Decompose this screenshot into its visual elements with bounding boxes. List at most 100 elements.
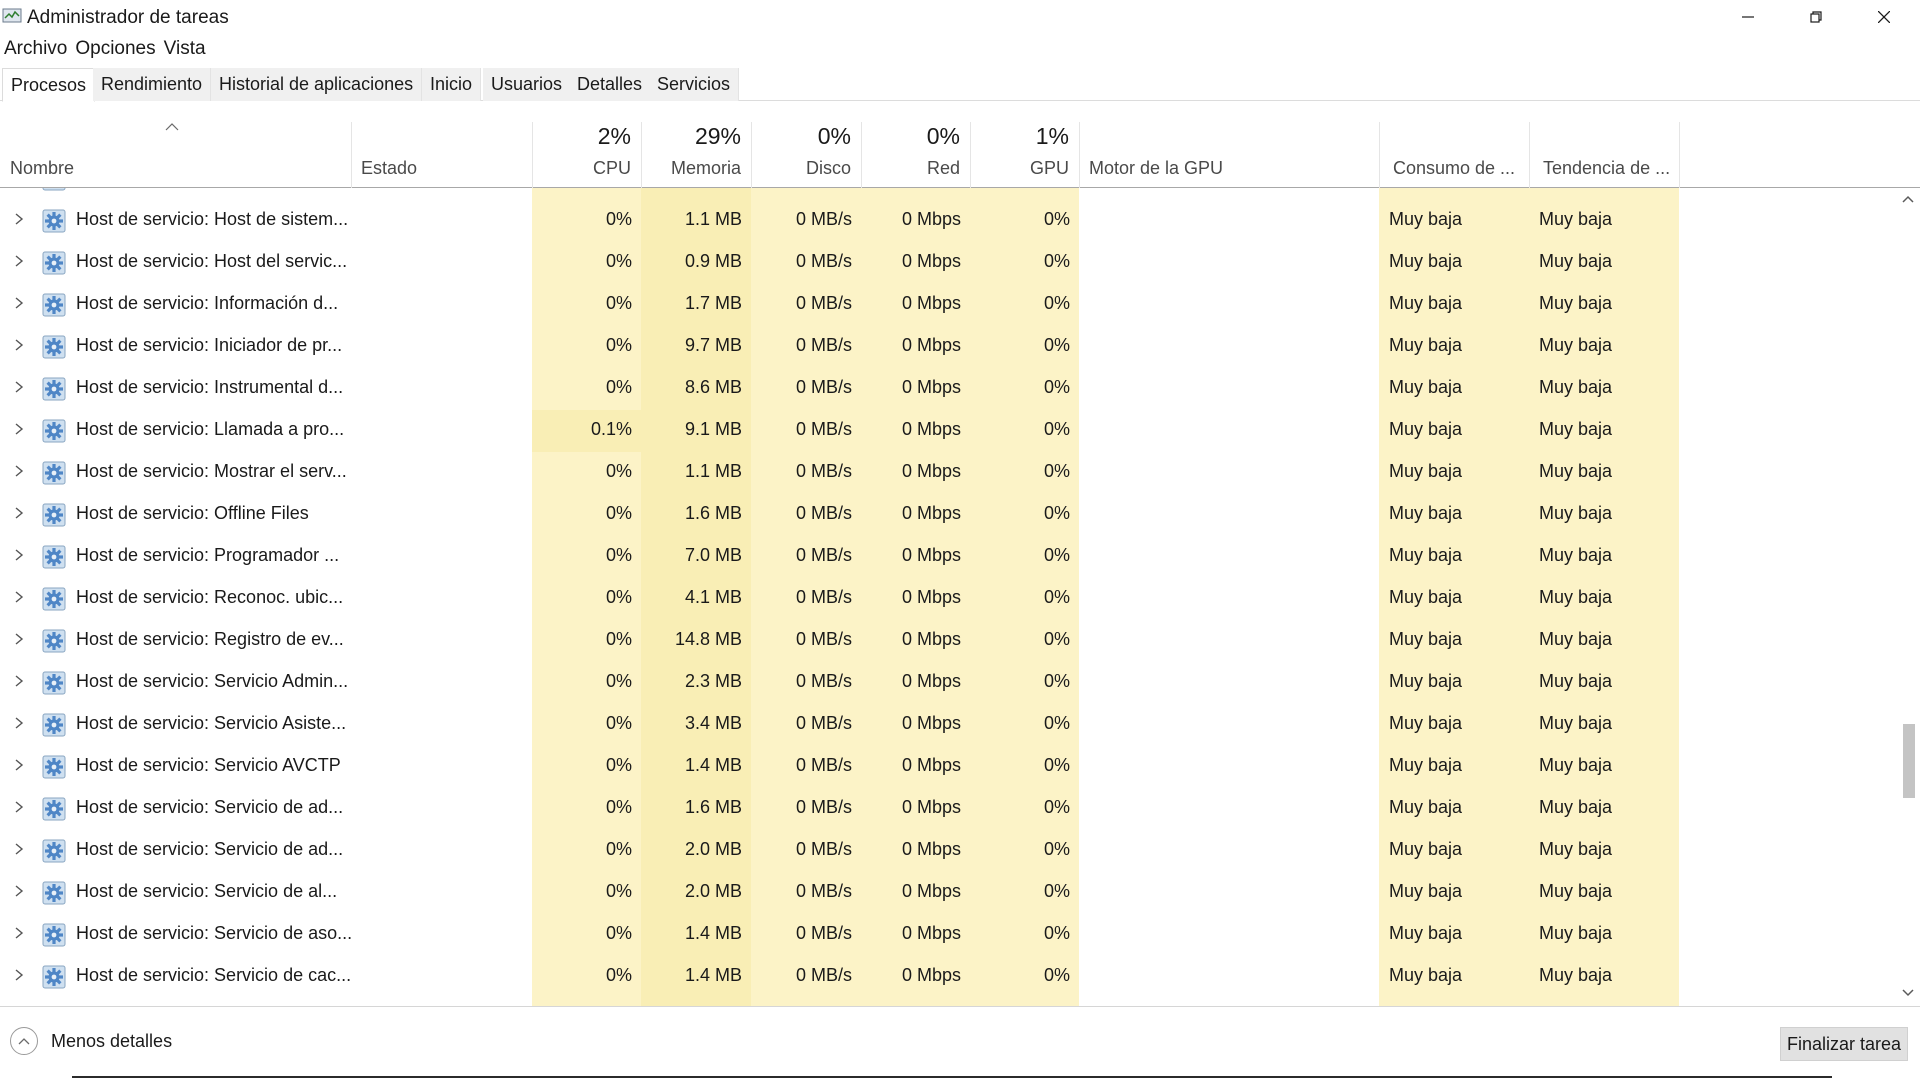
column-consumo[interactable]: Consumo de ... [1393,158,1515,179]
column-gpu[interactable]: GPU [970,158,1069,179]
table-row[interactable]: Host de servicio: Servicio de ad... 0% 2.0… [0,830,1896,872]
cpu-value: 0% [605,671,632,691]
power-usage-value: Muy baja [1389,629,1463,649]
chevron-right-icon[interactable] [12,548,26,562]
chevron-right-icon[interactable] [12,212,26,226]
column-separator[interactable] [351,122,352,188]
chevron-right-icon[interactable] [12,968,26,982]
column-nombre[interactable]: Nombre [10,158,74,179]
table-row[interactable]: Host de servicio: Programador ... 0% 7.0 M… [0,536,1896,578]
chevron-right-icon[interactable] [12,590,26,604]
tab-historial[interactable]: Historial de aplicaciones [211,68,423,101]
gpu-value: 0% [1043,503,1070,523]
table-row[interactable]: Host de servicio: Servicio de cac... 0% 1.… [0,956,1896,998]
chevron-right-icon[interactable] [12,422,26,436]
menu-vista[interactable]: Vista [160,36,210,62]
chevron-right-icon[interactable] [12,632,26,646]
chevron-right-icon[interactable] [12,674,26,688]
chevron-right-icon[interactable] [12,716,26,730]
less-details-button[interactable]: Menos detalles [10,1027,172,1055]
column-separator[interactable] [1529,122,1530,188]
minimize-button[interactable] [1714,0,1782,34]
process-name: Host de servicio: Servicio Asiste... [76,713,347,733]
tab-usuarios[interactable]: Usuarios [483,68,572,101]
chevron-up-icon [10,1027,38,1055]
restore-button[interactable] [1782,0,1850,34]
table-row[interactable]: Host de servicio: Iniciador de pr... 0% 9.… [0,326,1896,368]
end-task-button[interactable]: Finalizar tarea [1780,1027,1908,1061]
column-motor-gpu[interactable]: Motor de la GPU [1089,158,1223,179]
column-memoria[interactable]: Memoria [641,158,741,179]
taskbar-edge [72,1076,1832,1078]
gpu-value: 0% [1043,713,1070,733]
chevron-right-icon[interactable] [12,758,26,772]
tab-detalles[interactable]: Detalles [569,68,652,101]
table-row[interactable]: Host de servicio: Instrumental d... 0% 8.6… [0,368,1896,410]
gpu-value: 0% [1043,881,1070,901]
power-trend-value: Muy baja [1539,629,1613,649]
network-value: 0 Mbps [901,503,961,523]
table-row[interactable]: Host de servicio: Offline Files 0% 1.6 MB 0… [0,494,1896,536]
chevron-right-icon[interactable] [12,506,26,520]
tab-inicio[interactable]: Inicio [422,68,482,101]
power-usage-value: Muy baja [1389,671,1463,691]
vertical-scrollbar[interactable] [1896,188,1920,1006]
disk-value: 0 MB/s [795,923,852,943]
chevron-right-icon[interactable] [12,296,26,310]
chevron-right-icon[interactable] [12,254,26,268]
column-estado[interactable]: Estado [361,158,417,179]
table-row[interactable]: Host de servicio: Servicio de ad... 0% 1.6… [0,788,1896,830]
close-button[interactable] [1850,0,1918,34]
column-separator[interactable] [1379,122,1380,188]
chevron-right-icon[interactable] [12,380,26,394]
column-tendencia[interactable]: Tendencia de ... [1543,158,1670,179]
table-row[interactable]: Host de servicio: Servicio AVCTP 0% 1.4 MB… [0,746,1896,788]
table-row[interactable]: Host de servicio: Reconoc. ubic... 0% 4.1 … [0,578,1896,620]
table-row[interactable]: Host de servicio: Servicio de aso... 0% 1.… [0,914,1896,956]
power-trend-value: Muy baja [1539,839,1613,859]
column-disco[interactable]: Disco [751,158,851,179]
table-row[interactable]: Host de servicio: Host del servic... 0% 0.… [0,242,1896,284]
scrollbar-thumb[interactable] [1903,724,1915,798]
column-separator[interactable] [1679,122,1680,188]
tab-rendimiento[interactable]: Rendimiento [93,68,212,101]
process-name: Host de servicio: Servicio de aso... [76,923,353,943]
chevron-right-icon[interactable] [12,926,26,940]
memory-value: 3.4 MB [684,713,742,733]
chevron-right-icon[interactable] [12,338,26,352]
power-usage-value: Muy baja [1389,377,1463,397]
table-row[interactable]: Host de servicio: Host de sistem... 0% 1.1… [0,200,1896,242]
table-row[interactable]: Host de servicio: Llamada a pro... 0.1% 9.… [0,410,1896,452]
menu-opciones[interactable]: Opciones [71,36,159,62]
gpu-value: 0% [1043,755,1070,775]
column-separator[interactable] [1079,122,1080,188]
gear-icon [42,209,66,233]
chevron-right-icon[interactable] [12,842,26,856]
process-name: Host de servicio: Offline Files [76,503,309,523]
chevron-right-icon[interactable] [12,464,26,478]
column-cpu[interactable]: CPU [532,158,631,179]
scroll-up-icon[interactable] [1902,194,1914,204]
scroll-down-icon[interactable] [1902,988,1914,998]
table-row[interactable]: Host de servicio: Información d... 0% 1.7 … [0,284,1896,326]
less-details-label: Menos detalles [51,1030,173,1051]
power-usage-value: Muy baja [1389,251,1463,271]
table-row[interactable]: Host de servicio: Servicio de al... 0% 2.0… [0,872,1896,914]
table-row[interactable]: Host de servicio: Servicio Asiste... 0% 3.… [0,704,1896,746]
table-row[interactable]: Host de servicio: Registro de ev... 0% 14.… [0,620,1896,662]
tab-servicios[interactable]: Servicios [649,68,740,101]
process-name: Host de servicio: Mostrar el serv... [76,461,347,481]
tab-procesos[interactable]: Procesos [2,68,96,102]
chevron-right-icon[interactable] [12,884,26,898]
table-row[interactable]: Host de servicio: Mostrar el serv... 0% 1.… [0,452,1896,494]
menu-archivo[interactable]: Archivo [0,36,71,62]
table-row[interactable]: Host de servicio: Estación de tra...0%1.… [0,188,1896,200]
power-trend-value: Muy baja [1539,713,1613,733]
process-name: Host de servicio: Reconoc. ubic... [76,587,344,607]
memory-value: 0.9 MB [684,251,742,271]
chevron-right-icon[interactable] [12,800,26,814]
column-red[interactable]: Red [861,158,960,179]
disk-value: 0 MB/s [795,503,852,523]
cpu-value: 0% [605,461,632,481]
table-row[interactable]: Host de servicio: Servicio Admin... 0% 2.3… [0,662,1896,704]
